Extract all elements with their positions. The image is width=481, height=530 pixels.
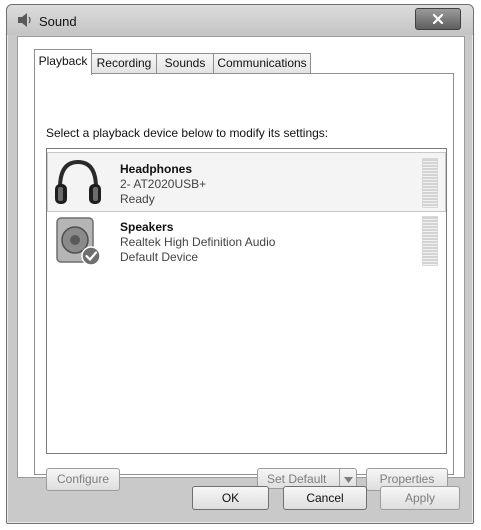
speaker-app-icon [18,13,31,27]
instruction-text: Select a playback device below to modify… [46,126,329,140]
cancel-button[interactable]: Cancel [283,486,367,510]
tab-sounds[interactable]: Sounds [156,53,214,73]
device-list[interactable]: Headphones 2- AT2020USB+ Ready Speakers … [46,148,447,454]
device-description: 2- AT2020USB+ [120,177,207,191]
ok-button[interactable]: OK [192,486,269,510]
device-status: Default Device [120,250,199,264]
device-description: Realtek High Definition Audio [120,235,276,249]
close-button[interactable] [415,8,461,30]
chevron-down-icon [343,476,353,483]
close-icon [432,14,444,24]
dialog-body: Playback Recording Sounds Communications… [17,36,465,491]
speakers-icon [56,217,101,266]
level-meter [422,216,438,266]
tab-communications[interactable]: Communications [213,53,311,73]
set-default-label: Set Default [267,472,327,486]
device-item-speakers[interactable]: Speakers Realtek High Definition Audio D… [48,211,445,269]
playback-tab-page: Select a playback device below to modify… [34,73,454,491]
configure-button[interactable]: Configure [46,468,120,491]
device-status: Ready [120,192,155,206]
tab-playback[interactable]: Playback [34,49,92,75]
device-name: Speakers [120,220,174,234]
device-name: Headphones [120,162,193,176]
apply-button[interactable]: Apply [380,486,460,510]
headphones-icon [55,159,101,204]
window-title: Sound [39,14,77,29]
tab-recording[interactable]: Recording [91,53,157,73]
sound-dialog: Sound Playback Recording Sounds Communic… [6,4,474,524]
level-meter [422,158,438,208]
title-bar[interactable]: Sound [7,5,473,35]
device-item-headphones[interactable]: Headphones 2- AT2020USB+ Ready [47,152,446,212]
